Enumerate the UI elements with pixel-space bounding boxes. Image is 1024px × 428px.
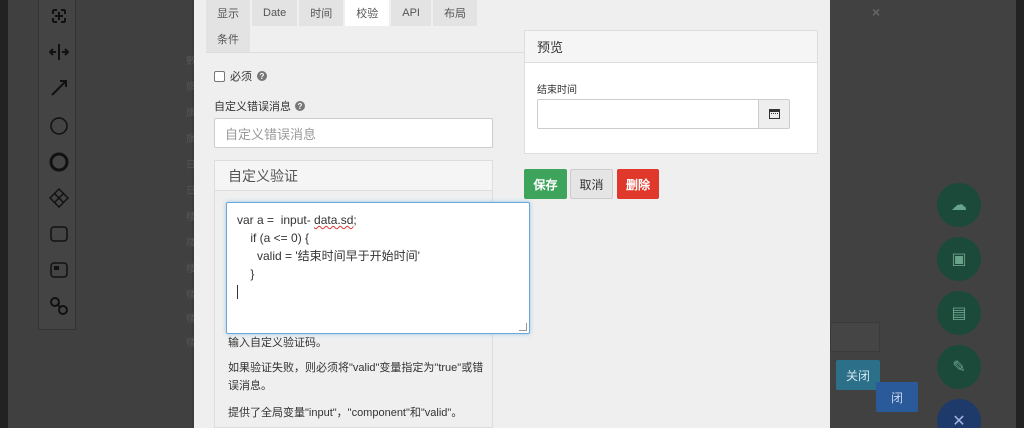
tab-layout[interactable]: 布局	[432, 0, 477, 26]
resize-grip-icon[interactable]	[519, 323, 527, 331]
link-icon	[49, 296, 69, 316]
text-caret	[237, 285, 238, 299]
tab-api[interactable]: API	[391, 0, 431, 26]
validation-help-text-1: 输入自定义验证码。	[228, 337, 327, 349]
background-close-button[interactable]: 关闭	[836, 360, 880, 390]
code-line: }	[237, 267, 255, 281]
gateway-icon	[49, 188, 69, 208]
task-icon	[49, 224, 69, 244]
preview-panel: 预览 结束时间	[524, 30, 818, 154]
connect-arrow-icon	[49, 78, 69, 98]
background-left-panel	[8, 0, 192, 428]
edit-icon[interactable]: ✎	[937, 345, 981, 389]
background-close-icon[interactable]: ×	[872, 4, 880, 20]
tab-time[interactable]: 时间	[299, 0, 344, 26]
custom-error-label-row: 自定义错误消息 ?	[214, 98, 305, 114]
background-tool-palette	[38, 0, 76, 330]
required-checkbox[interactable]	[214, 70, 225, 82]
custom-validation-code-editor[interactable]: var a = input- data.sd; if (a <= 0) { va…	[226, 202, 530, 334]
clipboard-icon[interactable]: ▤	[937, 291, 981, 335]
background-close-button-2[interactable]: 闭	[876, 382, 918, 412]
custom-error-input[interactable]: 自定义错误消息	[214, 118, 493, 148]
cancel-button[interactable]: 取消	[570, 169, 613, 199]
crosshair-select-icon	[49, 6, 69, 26]
tab-display[interactable]: 显示	[206, 0, 250, 26]
cloud-upload-icon[interactable]: ☁	[937, 183, 981, 227]
start-event-icon	[49, 116, 69, 136]
subprocess-icon	[49, 260, 69, 280]
screen-edge-left	[0, 0, 8, 428]
tab-bar: 显示 Date 时间 校验 API 布局	[206, 0, 694, 26]
required-label: 必须	[230, 71, 252, 83]
help-icon[interactable]: ?	[257, 71, 267, 81]
save-button[interactable]: 保存	[524, 169, 567, 199]
tab-bar-row-2: 条件	[206, 26, 252, 52]
validation-help-text-2: 如果验证失败，则必须将"valid"变量指定为"true"或错误消息。	[228, 362, 484, 392]
calendar-button[interactable]	[758, 99, 790, 129]
end-time-label: 结束时间	[537, 85, 577, 96]
save-disk-icon[interactable]: ▣	[937, 237, 981, 281]
tab-date[interactable]: Date	[252, 0, 298, 26]
background-date-input	[830, 322, 880, 352]
calendar-icon	[768, 109, 780, 119]
code-line: var a = input- data.sd;	[237, 213, 357, 227]
help-icon[interactable]: ?	[295, 101, 305, 111]
split-icon	[49, 42, 69, 62]
screen-edge-right	[1016, 0, 1024, 428]
tab-conditional[interactable]: 条件	[206, 26, 250, 52]
custom-error-label: 自定义错误消息	[214, 101, 291, 113]
end-event-icon	[49, 152, 69, 172]
code-line: if (a <= 0) {	[237, 231, 310, 245]
required-field: 必须 ?	[214, 68, 267, 84]
validation-help-text-3: 提供了全局变量"input"，"component"和"valid"。	[228, 407, 463, 419]
component-edit-modal: 显示 Date 时间 校验 API 布局 条件 必须 ? 自定义错误消息 ? 自…	[194, 0, 830, 428]
tab-validation[interactable]: 校验	[345, 0, 390, 26]
code-line: valid = '结束时间早于开始时间'	[237, 249, 420, 263]
delete-button[interactable]: 删除	[617, 169, 659, 199]
end-time-input[interactable]	[537, 99, 759, 129]
custom-validation-title: 自定义验证	[215, 161, 492, 191]
preview-title: 预览	[525, 31, 817, 63]
